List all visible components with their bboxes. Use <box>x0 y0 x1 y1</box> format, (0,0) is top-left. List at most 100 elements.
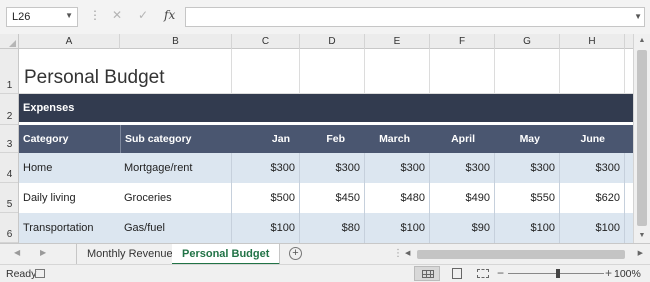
table-cell[interactable]: Home <box>19 153 120 183</box>
column-headers: A B C D E F G H <box>0 34 650 49</box>
table-row: Home Mortgage/rent $300 $300 $300 $300 $… <box>19 153 633 183</box>
scroll-up-icon[interactable]: ▲ <box>634 34 650 48</box>
row-header-1[interactable]: 1 <box>0 49 18 94</box>
row-header-3[interactable]: 3 <box>0 125 18 153</box>
table-cell[interactable]: $300 <box>300 153 365 183</box>
table-cell[interactable]: $300 <box>495 153 560 183</box>
zoom-in-icon[interactable]: + <box>605 266 612 280</box>
enter-icon[interactable]: ✓ <box>138 8 148 22</box>
formula-input[interactable] <box>185 7 645 27</box>
scroll-right-icon[interactable]: ▶ <box>638 247 643 261</box>
cell[interactable] <box>560 49 625 94</box>
column-header-a[interactable]: A <box>19 34 120 49</box>
horizontal-scrollbar[interactable]: ◀ ▶ <box>405 247 645 261</box>
table-header-april[interactable]: April <box>430 125 495 153</box>
row-header-6[interactable]: 6 <box>0 213 18 243</box>
sheet-tab-bar: ◀ ▶ Monthly Revenue Personal Budget + ⋮ … <box>0 243 650 265</box>
column-header-h[interactable]: H <box>560 34 625 49</box>
scroll-down-icon[interactable]: ▼ <box>634 229 650 243</box>
column-header-c[interactable]: C <box>232 34 300 49</box>
drag-handle-icon[interactable]: ⋮ <box>89 8 101 22</box>
table-cell[interactable]: $450 <box>300 183 365 213</box>
row-header-5[interactable]: 5 <box>0 183 18 213</box>
table-cell[interactable]: $300 <box>232 153 300 183</box>
table-header-march[interactable]: March <box>365 125 430 153</box>
table-cell[interactable]: Groceries <box>120 183 232 213</box>
cell[interactable] <box>365 49 430 94</box>
table-cell[interactable]: $100 <box>560 213 625 243</box>
cell[interactable] <box>232 49 300 94</box>
table-cell[interactable]: $80 <box>300 213 365 243</box>
table-cell[interactable]: $100 <box>232 213 300 243</box>
page-title[interactable]: Personal Budget <box>19 49 232 94</box>
table-cell[interactable]: Transportation <box>19 213 120 243</box>
cell[interactable] <box>300 49 365 94</box>
add-sheet-icon[interactable]: + <box>289 247 302 260</box>
table-cell[interactable]: $300 <box>430 153 495 183</box>
worksheet-grid[interactable]: Personal Budget Expenses Category Sub ca… <box>19 49 633 243</box>
table-header-category[interactable]: Category <box>19 125 120 153</box>
table-cell[interactable]: $550 <box>495 183 560 213</box>
table-cell[interactable]: $500 <box>232 183 300 213</box>
grid-icon <box>422 270 434 278</box>
row-header-4[interactable]: 4 <box>0 153 18 183</box>
table-cell[interactable]: $100 <box>365 213 430 243</box>
page-layout-view-button[interactable] <box>444 266 470 281</box>
split-handle-icon[interactable]: ⋮ <box>393 248 403 259</box>
tab-scroll-right-icon[interactable]: ▶ <box>40 248 46 257</box>
column-header-d[interactable]: D <box>300 34 365 49</box>
normal-view-button[interactable] <box>414 266 440 281</box>
chevron-down-icon[interactable]: ▼ <box>65 11 73 20</box>
column-header-b[interactable]: B <box>120 34 232 49</box>
table-header-jan[interactable]: Jan <box>232 125 300 153</box>
scroll-left-icon[interactable]: ◀ <box>405 247 410 261</box>
section-header-row: Expenses <box>19 94 633 124</box>
title-row: Personal Budget <box>19 49 633 94</box>
page-icon <box>452 268 462 279</box>
horizontal-scroll-thumb[interactable] <box>417 250 625 259</box>
column-header-f[interactable]: F <box>430 34 495 49</box>
table-cell[interactable]: $90 <box>430 213 495 243</box>
table-cell[interactable]: $480 <box>365 183 430 213</box>
row-headers: 1 2 3 4 5 6 <box>0 49 19 243</box>
cell[interactable] <box>495 49 560 94</box>
table-cell[interactable]: $300 <box>560 153 625 183</box>
table-cell[interactable]: $100 <box>495 213 560 243</box>
status-text: Ready <box>6 268 37 280</box>
table-cell[interactable]: $620 <box>560 183 625 213</box>
column-header-g[interactable]: G <box>495 34 560 49</box>
column-header-e[interactable]: E <box>365 34 430 49</box>
table-cell[interactable]: Mortgage/rent <box>120 153 232 183</box>
table-row: Transportation Gas/fuel $100 $80 $100 $9… <box>19 213 633 243</box>
table-header-june[interactable]: June <box>560 125 625 153</box>
table-cell[interactable]: Gas/fuel <box>120 213 232 243</box>
section-title[interactable]: Expenses <box>19 94 633 122</box>
select-all-button[interactable] <box>0 34 19 49</box>
page-break-view-button[interactable] <box>470 266 496 281</box>
cell-mode-icon <box>35 269 45 278</box>
table-header-may[interactable]: May <box>495 125 560 153</box>
vertical-scrollbar[interactable]: ▲ ▼ <box>633 34 650 243</box>
vertical-scroll-thumb[interactable] <box>637 50 647 226</box>
zoom-out-icon[interactable]: − <box>497 266 504 280</box>
table-header-subcategory[interactable]: Sub category <box>120 125 232 153</box>
function-icon[interactable]: fx <box>164 8 175 22</box>
table-header-feb[interactable]: Feb <box>300 125 365 153</box>
cell[interactable] <box>625 49 633 94</box>
row-header-2[interactable]: 2 <box>0 94 18 125</box>
cell[interactable] <box>430 49 495 94</box>
table-row: Daily living Groceries $500 $450 $480 $4… <box>19 183 633 213</box>
name-box[interactable]: L26 ▼ <box>6 7 78 27</box>
table-cell[interactable]: Daily living <box>19 183 120 213</box>
zoom-level[interactable]: 100% <box>614 268 641 280</box>
tab-monthly-revenue[interactable]: Monthly Revenue <box>76 244 184 264</box>
zoom-slider-thumb[interactable] <box>556 269 560 278</box>
table-cell[interactable]: $300 <box>365 153 430 183</box>
page-break-icon <box>477 269 489 278</box>
table-cell[interactable]: $490 <box>430 183 495 213</box>
expand-formula-bar-icon[interactable]: ▼ <box>634 12 642 21</box>
tab-scroll-left-icon[interactable]: ◀ <box>14 248 20 257</box>
formula-bar: L26 ▼ ⋮ ✕ ✓ fx ▼ <box>0 0 650 34</box>
cancel-icon[interactable]: ✕ <box>112 8 122 22</box>
tab-personal-budget[interactable]: Personal Budget <box>172 244 281 265</box>
